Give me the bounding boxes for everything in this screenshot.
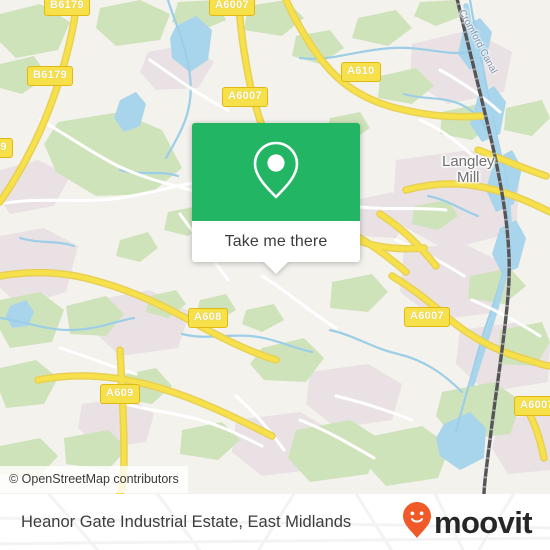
road-shield: A609 [100, 384, 140, 404]
callout-pointer-tail [263, 261, 289, 274]
bottom-info-bar: Heanor Gate Industrial Estate, East Midl… [0, 494, 550, 550]
road-shield: B6179 [27, 66, 73, 86]
map-pin-icon [249, 139, 303, 206]
road-shield: A610 [341, 62, 381, 82]
moovit-brand[interactable]: moovit [402, 494, 533, 550]
callout-header [192, 123, 360, 221]
road-shield: B6179 [44, 0, 90, 16]
location-name: Heanor Gate Industrial Estate, East Midl… [21, 512, 352, 531]
road-shield: A6007 [209, 0, 255, 16]
road-shield: A608 [188, 308, 228, 328]
road-shield: A6007 [514, 396, 550, 416]
osm-attribution[interactable]: © OpenStreetMap contributors [0, 466, 188, 493]
callout-footer[interactable]: Take me there [192, 221, 360, 274]
road-shield: A6007 [404, 307, 450, 327]
take-me-there-callout[interactable]: Take me there [192, 123, 360, 274]
take-me-there-label: Take me there [224, 232, 328, 250]
road-shield: A6007 [222, 87, 268, 107]
moovit-location-card: B6179 B6179 79 A6007 A6007 A610 A608 A609 A6007 A… [0, 0, 550, 550]
moovit-smiley-pin-icon [402, 501, 432, 544]
moovit-wordmark: moovit [433, 504, 533, 540]
road-shield: 79 [0, 138, 13, 158]
